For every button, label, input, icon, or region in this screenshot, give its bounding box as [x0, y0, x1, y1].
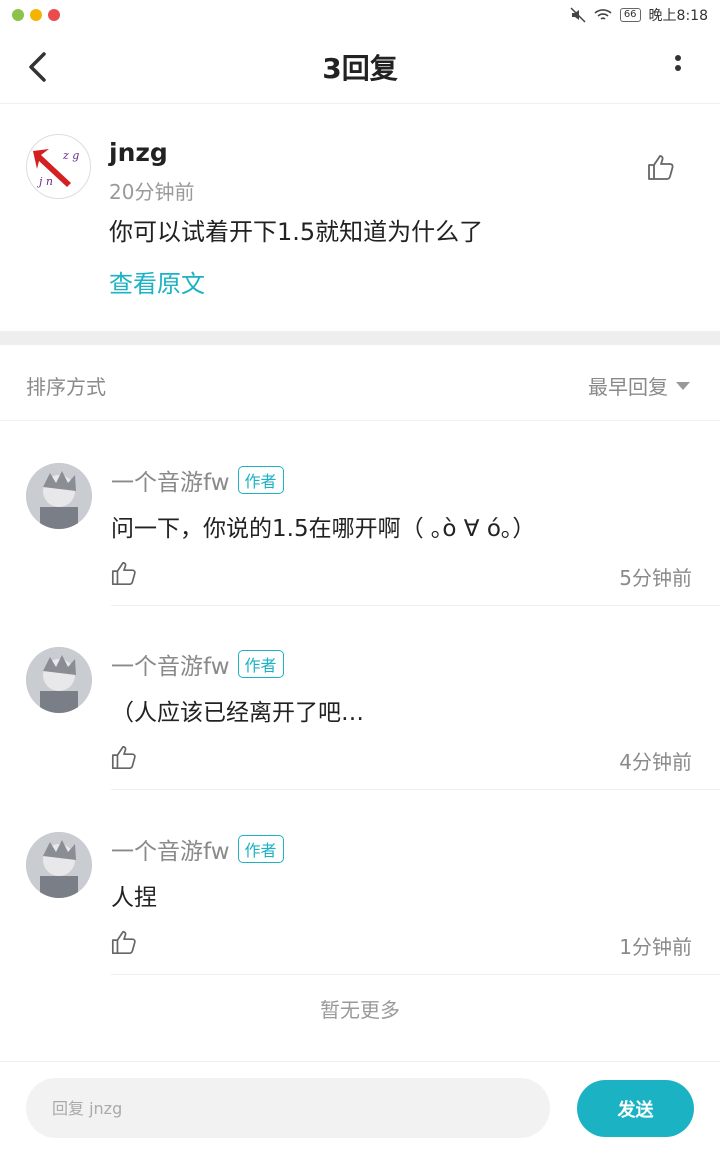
no-more-text: 暂无更多: [320, 998, 400, 1022]
reply-item: 一个音游fw 作者 人捏 1分钟前: [0, 790, 720, 975]
section-divider: [0, 331, 720, 345]
avatar[interactable]: [26, 463, 92, 529]
sort-label: 排序方式: [26, 375, 106, 399]
svg-text:z g: z g: [62, 149, 79, 162]
dropdown-caret-icon: [676, 381, 690, 390]
app-notification-icon: [48, 9, 60, 21]
thumbs-up-icon[interactable]: [110, 559, 138, 587]
sort-bar: 排序方式 最早回复: [0, 345, 720, 421]
app-notification-icon: [30, 9, 42, 21]
wifi-icon: [594, 9, 612, 20]
row-divider: [111, 974, 720, 975]
thumbs-up-icon[interactable]: [110, 928, 138, 956]
sort-value: 最早回复: [588, 375, 668, 399]
notification-icons: [12, 9, 60, 21]
status-bar: 66 晚上8:18: [0, 0, 720, 30]
mute-icon: [570, 7, 586, 23]
author-tag: 作者: [237, 466, 284, 494]
reply-author[interactable]: 一个音游fw: [111, 832, 230, 866]
comment-text: 你可以试着开下1.5就知道为什么了: [109, 218, 484, 246]
avatar[interactable]: z g j n: [26, 134, 91, 199]
top-bar: 3回复: [0, 30, 720, 104]
battery-indicator: 66: [619, 8, 641, 22]
author-name[interactable]: jnzg: [109, 138, 168, 167]
more-options-icon[interactable]: [674, 54, 682, 82]
thumbs-up-icon[interactable]: [646, 152, 676, 182]
avatar-image: [26, 463, 92, 529]
author-tag: 作者: [237, 835, 284, 863]
original-comment: z g j n jnzg 20分钟前 你可以试着开下1.5就知道为什么了 查看原…: [0, 104, 720, 331]
avatar[interactable]: [26, 647, 92, 713]
avatar-image: [26, 832, 92, 898]
back-arrow-icon[interactable]: [24, 50, 54, 84]
reply-input[interactable]: [26, 1078, 550, 1138]
reply-item: 一个音游fw 作者 问一下，你说的1.5在哪开啊（ ｡ò ∀ ó｡） 5分钟前: [0, 421, 720, 606]
avatar-image: [26, 647, 92, 713]
reply-time: 1分钟前: [619, 935, 692, 959]
reply-text: 问一下，你说的1.5在哪开啊（ ｡ò ∀ ó｡）: [111, 516, 536, 542]
reply-item: 一个音游fw 作者 （人应该已经离开了吧… 4分钟前: [0, 605, 720, 790]
reply-time: 5分钟前: [619, 566, 692, 590]
comment-time: 20分钟前: [109, 180, 195, 204]
sort-dropdown[interactable]: 最早回复: [588, 371, 690, 400]
reply-time: 4分钟前: [619, 750, 692, 774]
app-notification-icon: [12, 9, 24, 21]
svg-text:j n: j n: [36, 175, 53, 188]
avatar[interactable]: [26, 832, 92, 898]
reply-text: 人捏: [111, 885, 157, 911]
reply-author[interactable]: 一个音游fw: [111, 463, 230, 497]
thumbs-up-icon[interactable]: [110, 743, 138, 771]
reply-text: （人应该已经离开了吧…: [111, 700, 364, 726]
view-original-link[interactable]: 查看原文: [109, 264, 205, 299]
send-button[interactable]: 发送: [577, 1080, 694, 1137]
author-tag: 作者: [237, 650, 284, 678]
reply-author[interactable]: 一个音游fw: [111, 647, 230, 681]
clock: 晚上8:18: [648, 8, 708, 24]
avatar-logo: z g j n: [33, 149, 79, 188]
page-title: 3回复: [322, 51, 398, 85]
reply-bar: 发送: [0, 1061, 720, 1152]
